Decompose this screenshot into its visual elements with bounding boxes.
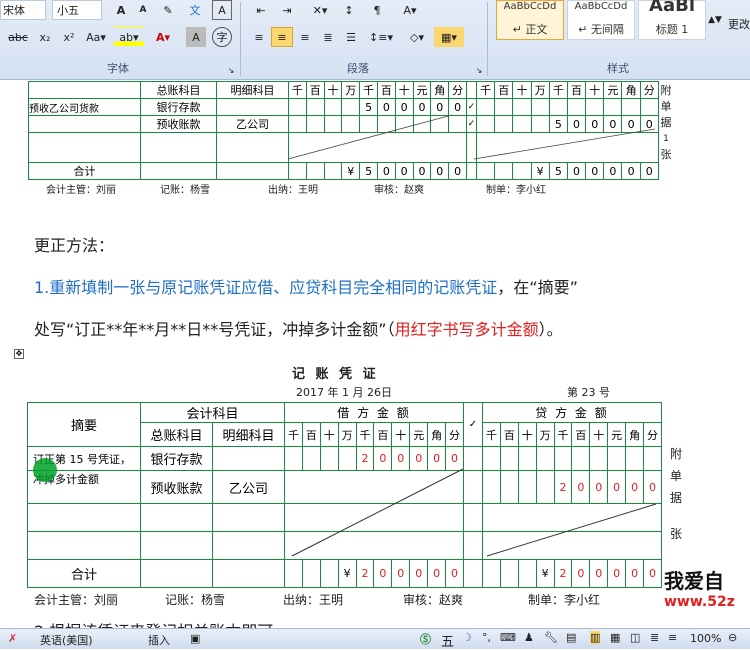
draft-icon[interactable]: ≡ [668,631,677,644]
group-style-label: 样式 [607,62,629,75]
signer: 制单：李小红 [528,593,601,607]
clear-format-icon[interactable]: ✎ [158,0,178,20]
subscript-icon[interactable]: x₂ [34,27,56,47]
shrink-indent-icon[interactable]: ⇤ [250,0,272,20]
ime-icon[interactable]: Ⓢ [420,631,431,647]
change-case-icon[interactable]: Aa▾ [82,27,110,47]
status-bar: ✗ 英语(美国) 插入 ▣ Ⓢ 五 ☽ °, ⌨ ♟ 🔧︎ ▤ ▥ ▦ ◫ ≣ … [0,628,750,650]
ribbon: 宋体 小五 A A ✎ 文 A abc x₂ x² Aa▾ ab▾ A▾ A 字… [0,0,750,80]
reading-layout-icon[interactable]: ▦ [610,631,620,644]
font-size-box[interactable]: 小五 [52,0,102,20]
font-dialog-launcher-icon[interactable]: ↘ [226,60,236,80]
signer: 出纳：王明 [283,593,344,607]
macro-icon[interactable]: ▣ [190,632,200,645]
group-paragraph-label: 段落 [347,62,369,75]
align-right-icon[interactable]: ≡ [294,27,316,47]
side-char: 张 [669,527,682,541]
watermark-title: 我爱自 [664,565,750,594]
grow-indent-icon[interactable]: ⇥ [276,0,298,20]
person-icon[interactable]: ♟ [524,631,534,644]
font-name-box[interactable]: 宋体 [0,0,46,20]
signer: 审核：赵爽 [403,593,464,607]
style-preview: AaBbCcDd [503,1,557,12]
shrink-font-icon[interactable]: A [133,0,153,20]
chinese-layout-icon[interactable]: ✕▾ [306,0,334,20]
style-no-spacing[interactable]: AaBbCcDd ↵ 无间隔 [567,0,635,40]
text-direction-icon[interactable]: A▾ [396,0,424,20]
show-marks-icon[interactable]: ¶ [366,0,388,20]
font-color-icon[interactable]: A▾ [148,27,178,47]
document-page[interactable]: 总账科目 明细科目 千百十万千百十元角分 千百十万千百十元角分 预收乙公司货款 … [0,81,750,628]
voucher-slash-lines [291,468,657,557]
slash-line [291,468,464,557]
style-heading-1[interactable]: AaBl 标题 1 [638,0,706,40]
styles-scroll-icon[interactable]: ▲▼ [708,0,722,40]
style-name: ↵ 无间隔 [578,23,624,36]
justify-icon[interactable]: ≣ [317,27,339,47]
watermark-text: 我爱自 [664,569,724,593]
wrench-icon[interactable]: 🔧︎ [544,631,558,644]
ime-mode[interactable]: 五 [441,631,454,650]
scroll-icon[interactable]: ▤ [566,631,576,644]
language-status[interactable]: 英语(美国) [40,632,93,648]
distribute-icon[interactable]: ☰ [340,27,362,47]
bottom-line-text: 2.根据该凭证来登记相关账本即可 [34,618,273,628]
web-layout-icon[interactable]: ◫ [630,631,640,644]
cursor-indicator-icon [33,458,57,482]
paragraph-dialog-launcher-icon[interactable]: ↘ [474,60,484,80]
style-name: 标题 1 [655,23,689,36]
watermark: 我爱自 www.52z [664,565,750,621]
align-center-icon[interactable]: ≡ [271,27,293,47]
spelling-icon[interactable]: ✗ [8,632,17,645]
superscript-icon[interactable]: x² [58,27,80,47]
group-font-label: 字体 [107,62,129,75]
style-preview: AaBbCcDd [574,1,628,12]
char-shading-icon[interactable]: A [186,27,206,47]
border-char-icon[interactable]: A [212,0,232,20]
enclose-char-icon[interactable]: 字 [212,27,232,47]
change-styles-button[interactable]: 更改 [726,14,750,34]
signer: 记账：杨雪 [165,593,226,607]
style-name: ↵ 正文 [512,23,548,36]
align-left-icon[interactable]: ≡ [248,27,270,47]
outline-icon[interactable]: ≣ [650,631,659,644]
attach-note: 附 单 据 张 [668,445,684,542]
insert-mode-status[interactable]: 插入 [148,632,170,648]
style-preview: AaBl [649,0,695,16]
sort-icon[interactable]: ↕ [338,0,360,20]
zoom-out-icon[interactable]: ⊖ [728,631,737,644]
print-layout-icon[interactable]: ▥ [590,631,601,644]
slash-line [486,503,657,557]
highlight-icon[interactable]: ab▾ [114,27,144,47]
signer: 会计主管：刘丽 [34,593,119,607]
style-normal[interactable]: AaBbCcDd ↵ 正文 [496,0,564,40]
watermark-url: www.52z [664,594,735,610]
borders-icon[interactable]: ▦▾ [434,27,464,47]
side-char: 单 [669,469,682,483]
moon-icon[interactable]: ☽ [462,631,472,644]
zoom-level[interactable]: 100% [690,632,721,645]
line-spacing-icon[interactable]: ↕≡▾ [366,27,396,47]
strikethrough-icon[interactable]: abc [4,27,32,47]
shading-icon[interactable]: ◇▾ [402,27,432,47]
punct-icon[interactable]: °, [482,631,491,644]
side-char: 据 [669,491,682,505]
keyboard-icon[interactable]: ⌨ [500,631,516,644]
grow-font-icon[interactable]: A [110,0,132,20]
side-char: 附 [669,447,682,461]
phonetic-icon[interactable]: 文 [184,0,206,20]
